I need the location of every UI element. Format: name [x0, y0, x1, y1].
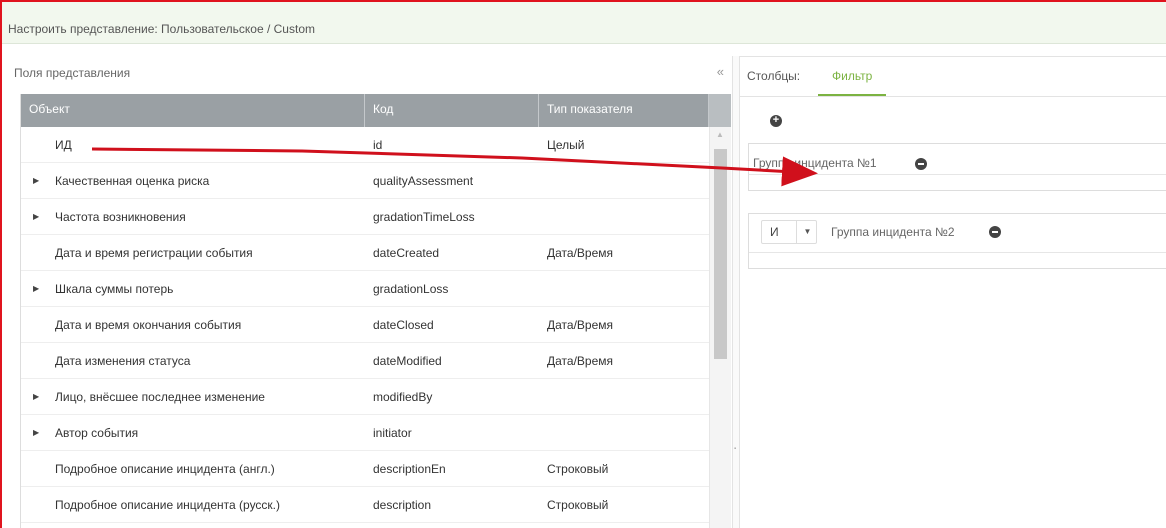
dialog-title: Настроить представление: Пользовательско…	[8, 22, 315, 36]
column-header-filler	[709, 94, 731, 127]
table-row[interactable]: ▶ Шкала суммы потерь gradationLoss	[21, 271, 709, 307]
cell-object: Дата и время регистрации события	[55, 246, 253, 260]
filter-panel: Столбцы: Фильтр + Группа инцидента №1 И …	[740, 56, 1166, 528]
cell-code: id	[373, 138, 383, 152]
cell-code: descriptionEn	[373, 462, 446, 476]
group-divider	[749, 174, 1166, 175]
cell-code: dateClosed	[373, 318, 434, 332]
column-header-object[interactable]: Объект	[21, 94, 365, 127]
cell-type: Дата/Время	[547, 246, 614, 260]
tab-columns[interactable]: Столбцы:	[747, 69, 800, 83]
cell-code: modifiedBy	[373, 390, 433, 404]
table-row[interactable]: Дата и время окончания события dateClosed…	[21, 307, 709, 343]
cell-type: Дата/Время	[547, 318, 614, 332]
cell-code: qualityAssessment	[373, 174, 474, 188]
cell-type	[547, 271, 697, 307]
cell-type	[547, 415, 697, 451]
panel-splitter[interactable]: ▪	[732, 56, 740, 528]
cell-object: Подробное описание инцидента (англ.)	[55, 462, 275, 476]
triangle-right-icon[interactable]: ▶	[33, 379, 39, 415]
cell-type: Строковый	[547, 462, 609, 476]
cell-type	[547, 163, 697, 199]
cell-code: dateCreated	[373, 246, 440, 260]
dialog-titlebar: Настроить представление: Пользовательско…	[2, 2, 1166, 44]
grid-header: Объект Код Тип показателя	[21, 94, 731, 127]
group-label-2: Группа инцидента №2	[831, 225, 955, 239]
triangle-right-icon[interactable]: ▶	[33, 163, 39, 199]
cell-object: Лицо, внёсшее последнее изменение	[55, 390, 265, 404]
cell-object: Дата и время окончания события	[55, 318, 242, 332]
cell-type: Целый	[547, 138, 585, 152]
triangle-right-icon[interactable]: ▶	[33, 415, 39, 451]
panel-header: Поля представления «	[10, 56, 728, 92]
cell-code: gradationLoss	[373, 282, 449, 296]
table-row[interactable]: Подробное описание инцидента (русск.) des…	[21, 487, 709, 523]
fields-grid: Объект Код Тип показателя ИД id Целый ▶ Каче…	[20, 94, 731, 528]
view-fields-panel: Поля представления « Объект Код Тип пока…	[10, 56, 731, 528]
cell-object: Автор события	[55, 426, 139, 440]
table-row[interactable]: Дата и время регистрации события dateCrea…	[21, 235, 709, 271]
table-row[interactable]: ИД id Целый	[21, 127, 709, 163]
table-row[interactable]: ▶ Лицо, внёсшее последнее изменение modifi…	[21, 379, 709, 415]
panel-title: Поля представления	[14, 66, 131, 80]
cell-object: Качественная оценка риска	[55, 174, 210, 188]
scroll-up-icon[interactable]: ▲	[716, 130, 724, 139]
tab-filter[interactable]: Фильтр	[818, 69, 887, 96]
triangle-right-icon[interactable]: ▶	[33, 199, 39, 235]
cell-object: Дата изменения статуса	[55, 354, 191, 368]
caret-down-icon[interactable]: ▼	[796, 221, 818, 243]
tab-bar: Столбцы: Фильтр	[740, 57, 1166, 97]
scrollbar-thumb[interactable]	[714, 149, 727, 359]
triangle-right-icon[interactable]: ▶	[33, 271, 39, 307]
cell-object: ИД	[55, 138, 72, 152]
cell-object: Частота возникновения	[55, 210, 186, 224]
cell-object: Подробное описание инцидента (русск.)	[55, 498, 281, 512]
grid-body: ИД id Целый ▶ Качественная оценка риска quali…	[21, 127, 709, 523]
cell-code: dateModified	[373, 354, 442, 368]
table-row[interactable]: Подробное описание инцидента (англ.) desc…	[21, 451, 709, 487]
table-row[interactable]: ▶ Частота возникновения gradationTimeLoss	[21, 199, 709, 235]
cell-type	[547, 199, 697, 235]
filter-group-2[interactable]: И ▼ Группа инцидента №2	[748, 213, 1166, 269]
splitter-grip-icon: ▪	[734, 446, 737, 452]
group-divider	[749, 252, 1166, 253]
table-row[interactable]: ▶ Автор события initiator	[21, 415, 709, 451]
plus-circle-icon[interactable]: +	[770, 115, 782, 127]
cell-type: Дата/Время	[547, 354, 614, 368]
table-row[interactable]: Дата изменения статуса dateModified Дата/В…	[21, 343, 709, 379]
filter-group-1[interactable]: Группа инцидента №1	[748, 143, 1166, 191]
grid-scrollbar[interactable]: ▲	[709, 127, 731, 528]
minus-circle-icon[interactable]	[989, 226, 1001, 238]
cell-code: initiator	[373, 426, 412, 440]
dialog-frame: Настроить представление: Пользовательско…	[0, 0, 1166, 528]
cell-code: description	[373, 498, 432, 512]
cell-object: Шкала суммы потерь	[55, 282, 174, 296]
minus-circle-icon[interactable]	[915, 158, 927, 170]
operator-value: И	[770, 225, 779, 239]
collapse-panel-icon[interactable]: «	[717, 64, 724, 79]
table-row[interactable]: ▶ Качественная оценка риска qualityAssessm…	[21, 163, 709, 199]
cell-type: Строковый	[547, 498, 609, 512]
cell-code: gradationTimeLoss	[373, 210, 475, 224]
column-header-code[interactable]: Код	[365, 94, 539, 127]
cell-type	[547, 379, 697, 415]
column-header-type[interactable]: Тип показателя	[539, 94, 709, 127]
operator-select[interactable]: И ▼	[761, 220, 817, 244]
